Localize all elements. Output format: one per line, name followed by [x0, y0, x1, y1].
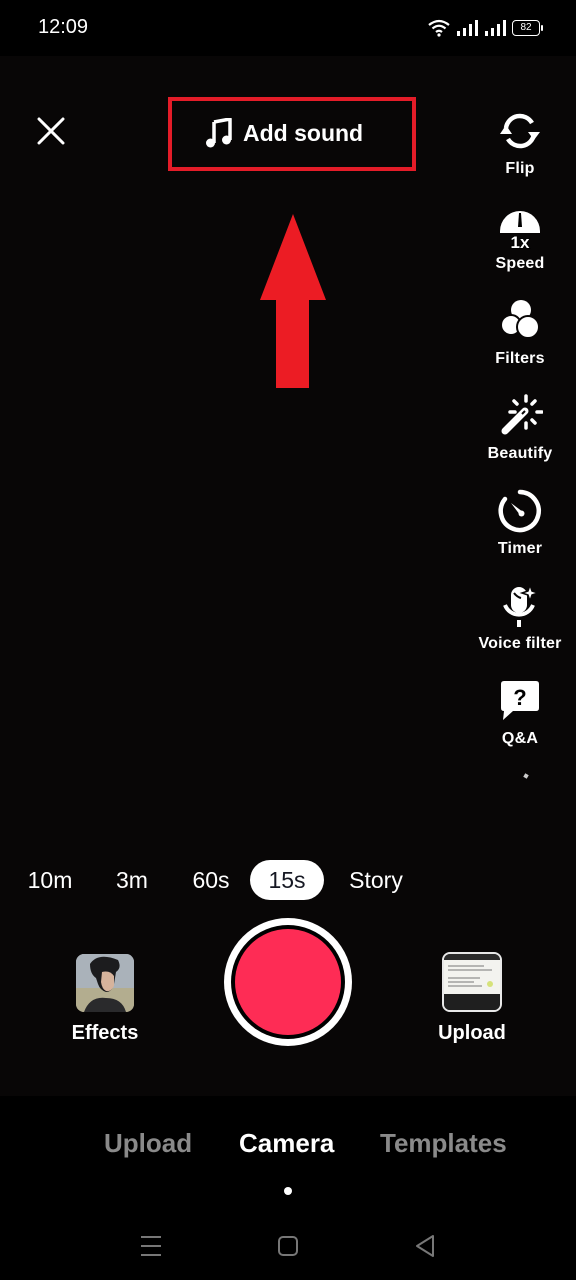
tab-camera[interactable]: Camera: [239, 1128, 334, 1159]
tab-upload[interactable]: Upload: [104, 1128, 192, 1159]
back-button[interactable]: [405, 1230, 445, 1262]
tool-flip[interactable]: Flip: [470, 108, 570, 178]
status-time: 12:09: [38, 16, 89, 38]
duration-option[interactable]: 10m: [22, 860, 78, 900]
effects-preview-image: [76, 954, 134, 1012]
status-icons: 82: [428, 17, 543, 39]
mode-tabs: Upload Camera Templates: [0, 1128, 576, 1176]
duration-option[interactable]: Story: [340, 860, 412, 900]
tool-label: Voice filter: [478, 635, 562, 652]
upload-label: Upload: [438, 1022, 506, 1044]
speed-badge: 1x: [511, 233, 530, 249]
tool-filters[interactable]: Filters: [470, 298, 570, 368]
arrow-shape: [260, 214, 326, 388]
signal-icon: [457, 20, 478, 36]
menu-icon: [141, 1236, 161, 1256]
add-sound-label: Add sound: [243, 119, 364, 146]
qa-icon: ?: [501, 681, 539, 720]
tool-timer[interactable]: Timer: [470, 488, 570, 558]
timer-icon: [498, 489, 541, 533]
upload-preview-image: [444, 954, 500, 1010]
recents-button[interactable]: [131, 1230, 171, 1262]
tool-qa[interactable]: ? Q&A: [470, 678, 570, 748]
tool-label: Speed: [495, 255, 545, 272]
filters-icon: [500, 300, 540, 339]
status-bar: 12:09 82: [0, 0, 576, 56]
upload-thumbnail: [442, 952, 502, 1012]
effects-button[interactable]: Effects: [70, 954, 140, 1045]
tool-beautify[interactable]: Beautify: [470, 393, 570, 463]
duration-option[interactable]: 60s: [184, 860, 238, 900]
flip-camera-icon: [500, 113, 540, 149]
add-sound-button[interactable]: Add sound: [205, 114, 363, 152]
record-button[interactable]: [224, 918, 352, 1046]
tab-templates[interactable]: Templates: [380, 1128, 507, 1159]
duration-option[interactable]: 3m: [106, 860, 158, 900]
battery-icon: 82: [512, 20, 543, 36]
duration-option-selected[interactable]: 15s: [250, 860, 324, 900]
upload-button[interactable]: Upload: [432, 952, 512, 1045]
back-icon: [416, 1235, 434, 1257]
tool-label: Filters: [495, 350, 545, 367]
qa-glyph: ?: [513, 685, 526, 710]
tool-label: Beautify: [487, 445, 553, 462]
close-icon: [37, 117, 65, 145]
tool-speed[interactable]: 1x Speed: [470, 203, 570, 273]
tool-label: Timer: [497, 540, 543, 557]
magic-wand-icon: [501, 394, 543, 435]
duration-selector: 10m 3m 60s 15s Story: [0, 860, 576, 900]
wifi-icon: [428, 19, 450, 37]
home-icon: [278, 1236, 298, 1256]
tool-label: Q&A: [501, 730, 539, 747]
close-button[interactable]: [34, 114, 68, 148]
effects-thumbnail: [76, 954, 134, 1012]
active-tab-indicator: [284, 1187, 292, 1195]
effects-label: Effects: [71, 1022, 139, 1044]
voice-filter-icon: [503, 583, 541, 627]
red-arrow-annotation: [260, 214, 326, 388]
system-nav-bar: [0, 1216, 576, 1280]
tool-voice-filter[interactable]: Voice filter: [470, 583, 570, 653]
record-button-fill: [235, 929, 341, 1035]
tool-label: Flip: [505, 160, 535, 177]
music-note-icon: [206, 118, 232, 148]
home-button[interactable]: [268, 1230, 308, 1262]
signal-icon: [485, 20, 506, 36]
speed-gauge-icon: 1x: [500, 211, 540, 249]
